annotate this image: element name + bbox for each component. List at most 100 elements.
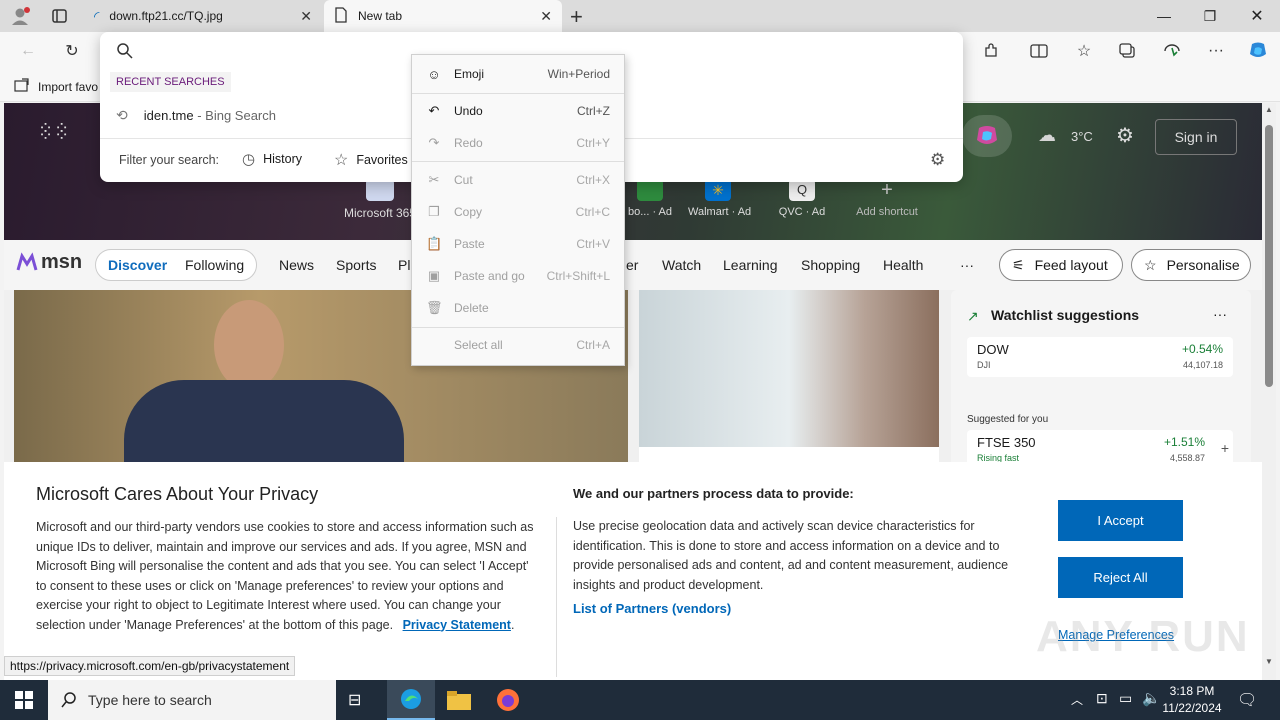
weather-temp[interactable]: 3°C — [1071, 129, 1093, 144]
clock[interactable]: 3:18 PM 11/22/2024 — [1162, 683, 1222, 717]
star-icon: ☆ — [334, 152, 349, 169]
stock-change: +0.54% — [1181, 342, 1223, 356]
weather-icon[interactable]: ☁ — [1038, 125, 1056, 146]
edge-taskbar-icon[interactable] — [387, 680, 435, 720]
m365-icon — [366, 179, 394, 201]
accept-button[interactable]: I Accept — [1058, 500, 1183, 541]
filter-history-button[interactable]: ◷ History — [242, 150, 302, 168]
network-icon[interactable]: ▭ — [1119, 690, 1132, 707]
tab-sports[interactable]: Sports — [336, 257, 376, 273]
tab-weather[interactable]: er — [626, 257, 638, 273]
settings-more-icon[interactable]: ··· — [1202, 38, 1230, 64]
scroll-thumb[interactable] — [1265, 125, 1273, 387]
tab-health[interactable]: Health — [883, 257, 923, 273]
file-explorer-icon[interactable] — [447, 690, 471, 710]
tab-actions-icon[interactable] — [50, 8, 70, 24]
privacy-statement-link[interactable]: Privacy Statement — [403, 618, 511, 632]
shortcut-ad-1[interactable]: bo... · Ad — [620, 179, 680, 218]
tab-following[interactable]: Following — [185, 257, 244, 273]
more-nav-icon[interactable]: ··· — [960, 257, 974, 273]
recent-search-item[interactable]: ⟲ iden.tme - Bing Search — [100, 102, 410, 128]
tab-watch[interactable]: Watch — [662, 257, 701, 273]
close-window-button[interactable]: ✕ — [1234, 0, 1280, 32]
network-status-icon[interactable]: ⊡ — [1096, 690, 1108, 707]
scroll-up-icon[interactable]: ▲ — [1265, 105, 1273, 114]
import-favorites-item[interactable]: Import favo — [14, 78, 98, 95]
watchlist-more-icon[interactable]: ··· — [1213, 306, 1227, 322]
add-shortcut-button[interactable]: + Add shortcut — [847, 179, 927, 218]
menu-item-emoji[interactable]: ☺ Emoji Win+Period — [412, 60, 624, 88]
privacy-banner: Microsoft Cares About Your Privacy Micro… — [4, 462, 1262, 683]
jacket-shape — [124, 380, 404, 470]
tab-news[interactable]: News — [279, 257, 314, 273]
menu-item-copy[interactable]: ❐ Copy Ctrl+C — [412, 198, 624, 226]
volume-icon[interactable]: 🔈 — [1142, 689, 1161, 707]
task-view-icon[interactable]: ⊟ — [348, 690, 361, 710]
suggested-label: Suggested for you — [967, 414, 1049, 425]
page-scrollbar[interactable]: ▲ ▼ — [1262, 103, 1276, 683]
browser-essentials-icon[interactable] — [1158, 38, 1186, 64]
restore-button[interactable]: ❐ — [1187, 0, 1233, 32]
shortcut-walmart[interactable]: ✳ Walmart · Ad — [688, 179, 752, 218]
address-input[interactable] — [140, 38, 400, 64]
notifications-icon[interactable]: 🗨 — [1237, 690, 1257, 710]
menu-item-paste-and-go[interactable]: ▣ Paste and go Ctrl+Shift+L — [412, 262, 624, 290]
collections-icon[interactable] — [1114, 38, 1142, 64]
apps-launcher-icon[interactable]: ⁘⁘ ⁘⁘ — [38, 119, 70, 144]
back-icon[interactable]: ← — [14, 38, 42, 64]
menu-label: Select all — [454, 338, 503, 352]
tab-new-tab[interactable]: New tab ✕ — [324, 0, 562, 32]
minimize-button[interactable]: — — [1141, 0, 1187, 32]
refresh-icon[interactable]: ↻ — [58, 38, 86, 64]
add-stock-icon[interactable]: + — [1221, 440, 1229, 456]
copilot-hero-icon[interactable] — [962, 115, 1012, 157]
menu-separator — [412, 93, 624, 94]
tab-discover[interactable]: Discover — [108, 257, 167, 273]
filter-favorites-label: Favorites — [356, 153, 408, 167]
watchlist-row[interactable]: DOW DJI +0.54% 44,107.18 — [967, 337, 1233, 377]
firefox-icon[interactable] — [496, 688, 520, 712]
copy-icon: ❐ — [428, 204, 440, 219]
shortcut-microsoft365[interactable]: Microsoft 365 — [340, 179, 420, 220]
secondary-news-image[interactable] — [639, 290, 939, 447]
omnibox-settings-icon[interactable]: ⚙ — [930, 150, 945, 170]
shortcut-qvc[interactable]: Q QVC · Ad — [762, 179, 842, 218]
feed-layout-button[interactable]: ⚟ Feed layout — [999, 249, 1123, 281]
sign-in-button[interactable]: Sign in — [1155, 119, 1237, 155]
extensions-icon[interactable] — [977, 38, 1005, 64]
shortcut-label: Walmart · Ad — [688, 206, 752, 218]
split-screen-icon[interactable] — [1025, 38, 1053, 64]
tab-play[interactable]: Pl — [398, 257, 410, 273]
import-label: Import favo — [38, 79, 99, 94]
menu-item-paste[interactable]: 📋 Paste Ctrl+V — [412, 230, 624, 258]
profile-icon[interactable] — [10, 6, 32, 26]
menu-item-delete[interactable]: 🗑 Delete — [412, 294, 624, 322]
undo-icon: ↶ — [428, 103, 440, 118]
close-tab-icon[interactable]: ✕ — [300, 8, 312, 25]
tab-shopping[interactable]: Shopping — [801, 257, 860, 273]
menu-item-undo[interactable]: ↶ Undo Ctrl+Z — [412, 97, 624, 125]
settings-gear-icon[interactable]: ⚙ — [1116, 123, 1134, 148]
feed-layout-label: Feed layout — [1034, 257, 1108, 273]
show-hidden-icons[interactable]: ︿ — [1071, 691, 1083, 708]
copilot-icon[interactable] — [1244, 38, 1272, 64]
partners-link[interactable]: List of Partners (vendors) — [573, 601, 731, 616]
start-button[interactable] — [0, 680, 48, 720]
new-tab-button[interactable]: + — [570, 4, 583, 30]
filter-favorites-button[interactable]: ☆ Favorites — [334, 150, 408, 170]
tab-download[interactable]: ◜ down.ftp21.cc/TQ.jpg ✕ — [84, 0, 322, 32]
menu-item-cut[interactable]: ✂ Cut Ctrl+X — [412, 166, 624, 194]
msn-logo[interactable]: msn — [16, 251, 82, 274]
favorites-icon[interactable]: ☆ — [1070, 38, 1098, 64]
watchlist-title: Watchlist suggestions — [991, 307, 1140, 323]
menu-item-select-all[interactable]: Select all Ctrl+A — [412, 331, 624, 359]
taskbar-search-placeholder: Type here to search — [88, 692, 212, 708]
menu-item-redo[interactable]: ↷ Redo Ctrl+Y — [412, 129, 624, 157]
close-tab-icon[interactable]: ✕ — [540, 8, 552, 25]
shortcut-label: QVC · Ad — [778, 206, 826, 218]
scroll-down-icon[interactable]: ▼ — [1265, 657, 1273, 666]
reject-all-button[interactable]: Reject All — [1058, 557, 1183, 598]
personalise-button[interactable]: ☆ Personalise — [1131, 249, 1251, 281]
taskbar-search-box[interactable]: Type here to search — [48, 680, 336, 720]
tab-learning[interactable]: Learning — [723, 257, 778, 273]
